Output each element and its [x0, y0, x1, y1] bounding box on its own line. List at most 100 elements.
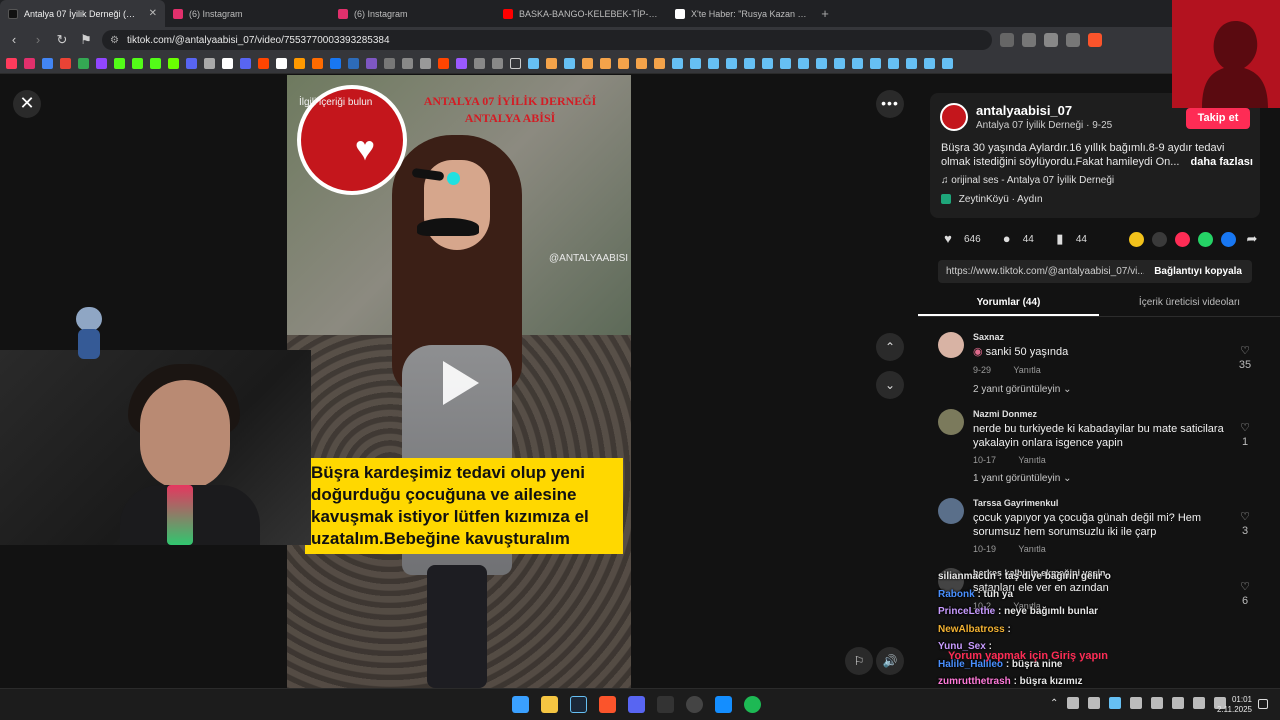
comment-like[interactable]: ♡ 3	[1230, 510, 1260, 538]
tab-instagram-1[interactable]: (6) Instagram	[165, 0, 330, 27]
tray-app-icon[interactable]	[1088, 697, 1101, 709]
discord-icon[interactable]	[628, 696, 645, 713]
report-icon[interactable]: ⚐	[845, 647, 873, 675]
bookmark-icon[interactable]	[798, 57, 809, 69]
file-explorer-icon[interactable]	[541, 696, 558, 713]
tab-x[interactable]: X'te Haber: "Rusya Kazan Federal Üni	[667, 0, 815, 27]
bookmark-icon[interactable]	[402, 57, 413, 69]
bookmark-icon[interactable]	[42, 57, 53, 69]
bookmark-icon[interactable]	[204, 57, 215, 69]
comment-author[interactable]: Saxnaz	[973, 332, 1004, 342]
bookmark-icon[interactable]	[834, 57, 845, 69]
view-replies-link[interactable]: 1 yanıt görüntüleyin ⌄	[973, 473, 1071, 484]
bookmark-icon[interactable]	[528, 57, 539, 69]
embed-icon[interactable]	[1152, 231, 1167, 247]
bookmark-icon[interactable]	[348, 57, 359, 69]
bookmark-icon[interactable]	[744, 57, 755, 69]
bookmark-icon[interactable]	[474, 57, 485, 69]
bookmark-icon[interactable]	[582, 57, 593, 69]
translate-icon[interactable]	[1044, 33, 1058, 47]
tab-comments[interactable]: Yorumlar (44)	[918, 291, 1099, 316]
bookmark-icon[interactable]	[636, 57, 647, 69]
bookmark-icon[interactable]	[114, 57, 125, 69]
bookmark-icon[interactable]	[564, 57, 575, 69]
bookmark-icon[interactable]	[24, 57, 35, 69]
bookmark-icon[interactable]	[690, 57, 701, 69]
bookmark-icon[interactable]	[492, 57, 503, 69]
bookmark-save-icon[interactable]: ▮	[1052, 231, 1068, 247]
share-arrow-icon[interactable]: ➦	[1244, 231, 1260, 247]
tab-instagram-2[interactable]: (6) Instagram	[330, 0, 495, 27]
comment-like[interactable]: ♡ 35	[1230, 344, 1260, 372]
bookmark-icon[interactable]	[708, 57, 719, 69]
bookmark-icon[interactable]	[312, 57, 323, 69]
site-info-icon[interactable]: ⚙	[110, 35, 119, 46]
bookmark-icon[interactable]	[384, 57, 395, 69]
forward-icon[interactable]: ›	[30, 32, 46, 48]
reply-link[interactable]: Yanıtla	[1018, 544, 1045, 554]
bookmark-icon[interactable]	[420, 57, 431, 69]
bookmark-icon[interactable]	[96, 57, 107, 69]
comment-author[interactable]: Tarssa Gayrimenkul	[973, 498, 1058, 508]
address-bar[interactable]: ⚙ tiktok.com/@antalyaabisi_07/video/7553…	[102, 30, 992, 50]
tray-bluetooth-icon[interactable]	[1172, 697, 1185, 709]
bookmark-icon[interactable]	[780, 57, 791, 69]
bookmark-icon[interactable]	[942, 57, 953, 69]
find-related-content-link[interactable]: İlgili içeriği bulun	[299, 97, 372, 108]
share-icon[interactable]	[1066, 33, 1080, 47]
bookmark-icon[interactable]	[456, 57, 467, 69]
bookmark-icon[interactable]	[150, 57, 161, 69]
bookmark-icon[interactable]	[762, 57, 773, 69]
author-avatar[interactable]	[940, 103, 968, 131]
comment-icon[interactable]: ●	[999, 231, 1015, 247]
bookmark-icon[interactable]: ⚑	[78, 32, 94, 48]
bookmark-icon[interactable]	[654, 57, 665, 69]
comment-author[interactable]: Nazmi Donmez	[973, 409, 1037, 419]
comment-avatar[interactable]	[938, 409, 964, 435]
location-link[interactable]: ZeytinKöyü · Aydın	[941, 194, 1043, 205]
comment-avatar[interactable]	[938, 498, 964, 524]
tray-steam-icon[interactable]	[1109, 697, 1122, 709]
bookmark-icon[interactable]	[258, 57, 269, 69]
view-replies-link[interactable]: 2 yanıt görüntüleyin ⌄	[973, 384, 1071, 395]
sound-link[interactable]: ♫ orijinal ses - Antalya 07 İyilik Derne…	[941, 175, 1114, 186]
play-icon[interactable]	[443, 361, 479, 405]
windows-start-icon[interactable]	[512, 696, 529, 713]
tab-creator-videos[interactable]: İçerik üreticisi videoları	[1099, 291, 1280, 316]
bookmark-icon[interactable]	[672, 57, 683, 69]
video-player[interactable]: ♥ İlgili içeriği bulun ANTALYA 07 İYİLİK…	[287, 75, 631, 688]
tray-volume-icon[interactable]	[1151, 697, 1164, 709]
bookmark-icon[interactable]	[294, 57, 305, 69]
comment-like[interactable]: ♡ 1	[1230, 421, 1260, 449]
comment-avatar[interactable]	[938, 332, 964, 358]
tray-mic-icon[interactable]	[1130, 697, 1143, 709]
comment-like[interactable]: ♡ 6	[1230, 580, 1260, 608]
bookmark-icon[interactable]	[240, 57, 251, 69]
see-more-link[interactable]: daha fazlası	[1191, 156, 1253, 168]
system-clock[interactable]: 01:01 2.11.2025	[1212, 695, 1252, 715]
volume-icon[interactable]: 🔊	[876, 647, 904, 675]
bookmark-icon[interactable]	[438, 57, 449, 69]
copy-link-button[interactable]: Bağlantıyı kopyala	[1144, 266, 1252, 277]
login-to-comment-link[interactable]: Yorum yapmak için Giriş yapın	[948, 650, 1108, 662]
new-tab-button[interactable]: +	[815, 0, 835, 27]
bookmark-icon[interactable]	[726, 57, 737, 69]
bookmark-icon[interactable]	[618, 57, 629, 69]
bookmark-icon[interactable]	[870, 57, 881, 69]
back-icon[interactable]: ‹	[6, 32, 22, 48]
next-video-icon[interactable]: ⌄	[876, 371, 904, 399]
bookmark-icon[interactable]	[924, 57, 935, 69]
facebook-icon[interactable]	[1221, 231, 1236, 247]
obs-icon[interactable]	[686, 696, 703, 713]
tray-chevron-icon[interactable]: ⌃	[1050, 698, 1058, 709]
epic-games-icon[interactable]	[657, 696, 674, 713]
bookmark-icon[interactable]	[546, 57, 557, 69]
bookmark-icon[interactable]	[6, 57, 17, 69]
bookmark-icon[interactable]	[888, 57, 899, 69]
more-options-icon[interactable]: •••	[876, 90, 904, 118]
reply-link[interactable]: Yanıtla	[1013, 365, 1040, 375]
previous-video-icon[interactable]: ⌃	[876, 333, 904, 361]
whatsapp-icon[interactable]	[1198, 231, 1213, 247]
reply-link[interactable]: Yanıtla	[1018, 455, 1045, 465]
bookmark-icon[interactable]	[816, 57, 827, 69]
